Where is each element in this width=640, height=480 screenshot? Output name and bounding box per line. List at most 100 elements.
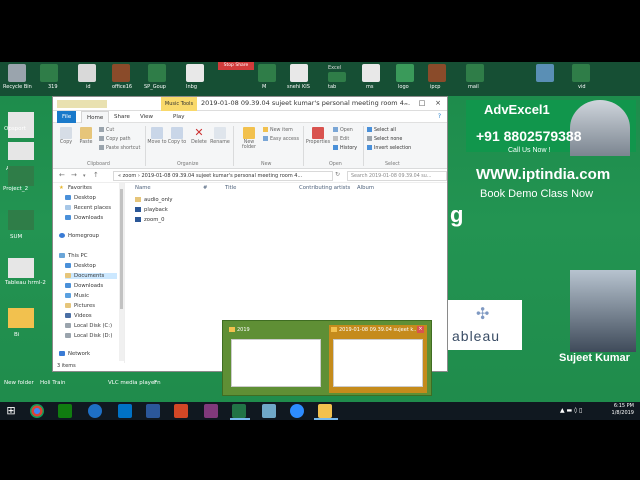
column-header-name[interactable]: Name bbox=[135, 185, 151, 191]
nav-item-local-disk-d[interactable]: Local Disk (D:) bbox=[65, 333, 112, 339]
chrome-icon[interactable] bbox=[30, 404, 44, 418]
copy-button[interactable]: Copy bbox=[57, 127, 75, 145]
back-arrow-icon[interactable]: ← bbox=[59, 171, 65, 179]
file-icon[interactable] bbox=[78, 64, 96, 82]
excel-icon[interactable] bbox=[232, 404, 246, 418]
excel-file-icon[interactable] bbox=[328, 72, 346, 82]
windows-start-icon[interactable]: ⊞ bbox=[4, 404, 18, 418]
image-file-icon[interactable] bbox=[536, 64, 554, 82]
powerpoint-icon[interactable] bbox=[174, 404, 188, 418]
nav-item-recent-places[interactable]: Recent places bbox=[65, 205, 111, 211]
paste-button[interactable]: Paste bbox=[77, 127, 95, 145]
quick-access-toolbar[interactable] bbox=[57, 100, 107, 108]
outlook-icon[interactable] bbox=[118, 404, 132, 418]
excel-file-icon[interactable] bbox=[572, 64, 590, 82]
clock[interactable]: 6:15 PM 1/8/2019 bbox=[612, 403, 634, 417]
nav-favorites[interactable]: ★ Favorites bbox=[59, 185, 92, 191]
music-tools-tab[interactable]: Music Tools bbox=[161, 97, 197, 111]
nav-item-music[interactable]: Music bbox=[65, 293, 89, 299]
nav-item-local-disk-c[interactable]: Local Disk (C:) bbox=[65, 323, 112, 329]
copy-path-button[interactable]: Copy path bbox=[99, 136, 131, 142]
tableau-file-icon[interactable] bbox=[8, 258, 34, 278]
edit-button[interactable]: Edit bbox=[333, 136, 349, 142]
search-input[interactable]: Search 2019-01-08 09.39.04 su... bbox=[347, 171, 447, 181]
recent-locations-icon[interactable]: ▾ bbox=[83, 173, 86, 179]
select-all-button[interactable]: Select all bbox=[367, 127, 396, 133]
store-icon[interactable] bbox=[58, 404, 72, 418]
file-icon[interactable] bbox=[362, 64, 380, 82]
nav-network[interactable]: Network bbox=[59, 351, 90, 357]
app-icon[interactable] bbox=[262, 404, 276, 418]
copy-to-button[interactable]: Copy to bbox=[167, 127, 187, 145]
forward-arrow-icon[interactable]: → bbox=[71, 171, 77, 179]
nav-this-pc[interactable]: This PC bbox=[59, 253, 87, 259]
up-arrow-icon[interactable]: ↑ bbox=[93, 171, 99, 179]
nav-item-desktop[interactable]: Desktop bbox=[65, 195, 96, 201]
excel-file-icon[interactable] bbox=[8, 210, 34, 230]
logo-file-icon[interactable] bbox=[396, 64, 414, 82]
excel-file-icon[interactable] bbox=[8, 166, 34, 186]
scrollbar-thumb[interactable] bbox=[120, 189, 123, 309]
file-icon[interactable] bbox=[8, 112, 34, 138]
archive-icon[interactable] bbox=[112, 64, 130, 82]
tab-file[interactable]: File bbox=[57, 111, 77, 123]
invert-selection-button[interactable]: Invert selection bbox=[367, 145, 411, 151]
cut-button[interactable]: Cut bbox=[99, 127, 114, 133]
close-icon[interactable]: × bbox=[417, 326, 424, 333]
select-none-button[interactable]: Select none bbox=[367, 136, 402, 142]
tab-share[interactable]: Share bbox=[109, 111, 135, 123]
column-header-title[interactable]: Title bbox=[225, 185, 236, 191]
nav-item-pc-downloads[interactable]: Downloads bbox=[65, 283, 103, 289]
column-header-number[interactable]: # bbox=[203, 185, 207, 191]
excel-file-icon[interactable] bbox=[466, 64, 484, 82]
file-explorer-icon[interactable] bbox=[318, 404, 332, 418]
nav-item-pictures[interactable]: Pictures bbox=[65, 303, 95, 309]
nav-item-pc-desktop[interactable]: Desktop bbox=[65, 263, 96, 269]
excel-file-icon[interactable] bbox=[148, 64, 166, 82]
new-folder-button[interactable]: New folder bbox=[237, 127, 261, 150]
paste-shortcut-button[interactable]: Paste shortcut bbox=[99, 145, 140, 151]
onenote-icon[interactable] bbox=[204, 404, 218, 418]
nav-item-documents[interactable]: Documents bbox=[65, 273, 117, 279]
zoom-icon[interactable] bbox=[290, 404, 304, 418]
recycle-bin-icon[interactable] bbox=[8, 64, 26, 82]
history-button[interactable]: History bbox=[333, 145, 357, 151]
list-item[interactable]: zoom_0 bbox=[135, 217, 164, 223]
rename-button[interactable]: Rename bbox=[209, 127, 231, 145]
word-icon[interactable] bbox=[146, 404, 160, 418]
excel-file-icon[interactable] bbox=[258, 64, 276, 82]
stop-share-button[interactable]: Stop Share bbox=[218, 62, 254, 70]
tab-view[interactable]: View bbox=[135, 111, 158, 123]
column-header-album[interactable]: Album bbox=[357, 185, 374, 191]
thumbnail-card-active[interactable]: 2019-01-08 09.39.04 sujeet k... × bbox=[329, 325, 427, 393]
folder-icon[interactable] bbox=[8, 308, 34, 328]
properties-button[interactable]: Properties bbox=[305, 127, 331, 145]
list-item[interactable]: playback bbox=[135, 207, 168, 213]
minimize-button[interactable]: – bbox=[399, 98, 413, 109]
thumbnail-card[interactable]: 2019 bbox=[227, 325, 325, 393]
tab-play[interactable]: Play bbox=[168, 111, 189, 123]
open-button[interactable]: Open bbox=[333, 127, 353, 133]
move-to-button[interactable]: Move to bbox=[147, 127, 167, 145]
list-item[interactable]: audio_only bbox=[135, 197, 173, 203]
tray-icons[interactable]: ▲ ▬ ◊ ▯ bbox=[560, 407, 582, 414]
nav-item-videos[interactable]: Videos bbox=[65, 313, 92, 319]
column-header-contributing-artists[interactable]: Contributing artists bbox=[299, 185, 350, 191]
file-icon[interactable] bbox=[290, 64, 308, 82]
nav-homegroup[interactable]: Homegroup bbox=[59, 233, 99, 239]
maximize-button[interactable]: □ bbox=[415, 98, 429, 109]
easy-access-button[interactable]: Easy access bbox=[263, 136, 299, 142]
help-icon[interactable]: ? bbox=[438, 113, 441, 120]
internet-explorer-icon[interactable] bbox=[88, 404, 102, 418]
file-icon[interactable] bbox=[186, 64, 204, 82]
nav-item-downloads[interactable]: Downloads bbox=[65, 215, 103, 221]
archive-icon[interactable] bbox=[428, 64, 446, 82]
new-item-button[interactable]: New item bbox=[263, 127, 293, 133]
excel-file-icon[interactable] bbox=[40, 64, 58, 82]
refresh-icon[interactable]: ↻ bbox=[335, 171, 340, 178]
address-bar[interactable]: « zoom › 2019-01-08 09.39.04 sujeet kuma… bbox=[113, 171, 333, 181]
file-icon[interactable] bbox=[8, 142, 34, 160]
delete-button[interactable]: ✕ Delete bbox=[189, 127, 209, 146]
tab-home[interactable]: Home bbox=[81, 111, 110, 123]
nav-scrollbar[interactable] bbox=[119, 183, 124, 361]
